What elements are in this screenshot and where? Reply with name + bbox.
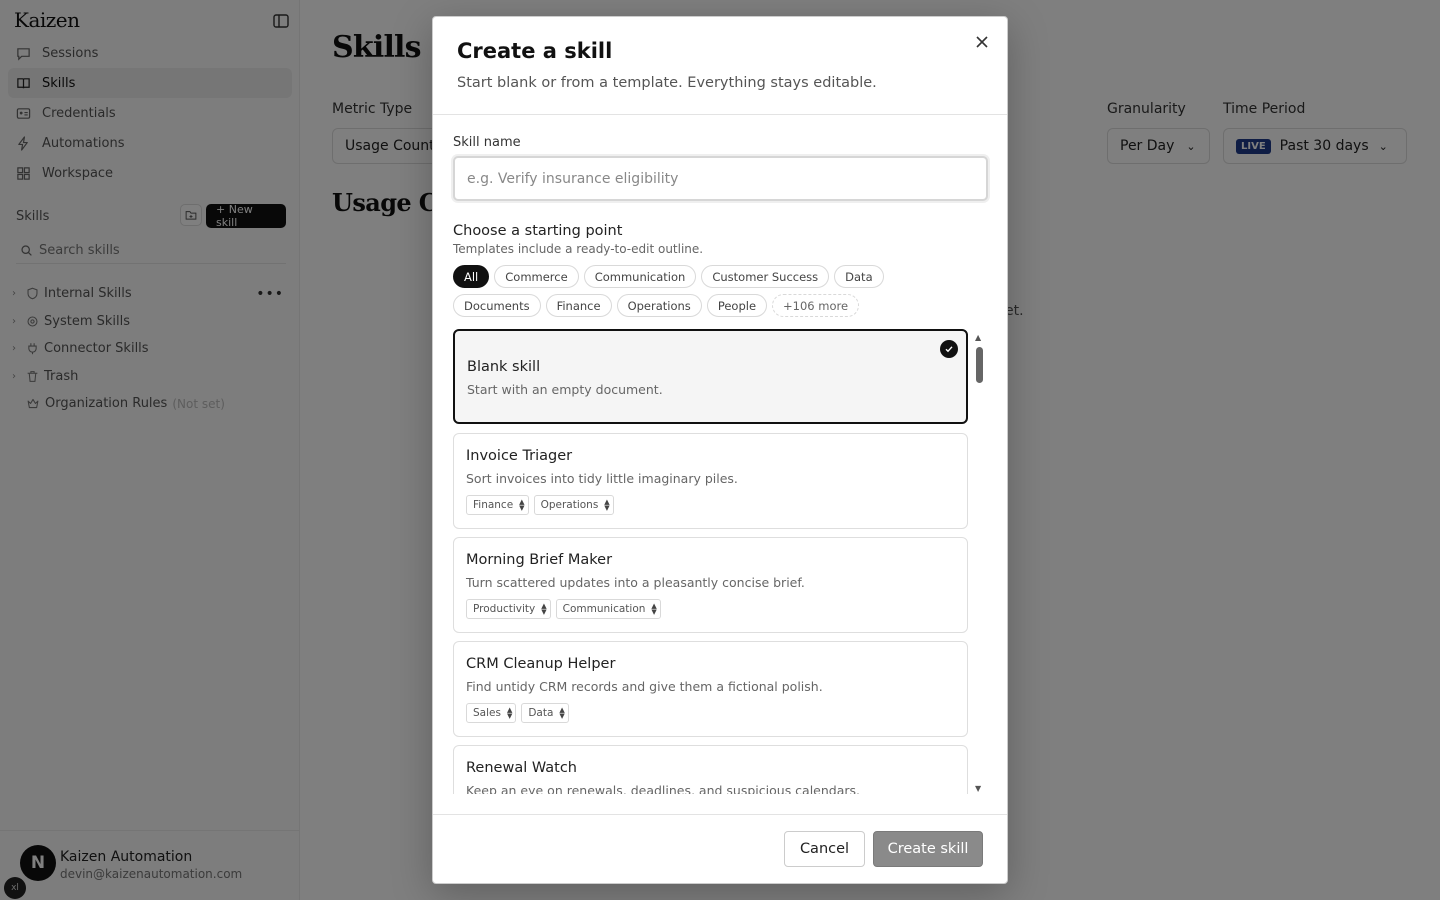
chip-data[interactable]: Data [834,265,884,288]
divider [433,814,1007,815]
starting-point-title: Choose a starting point [453,223,623,239]
template-desc: Keep an eye on renewals, deadlines, and … [466,783,861,794]
chip-communication[interactable]: Communication [583,265,697,288]
chip-people[interactable]: People [706,294,768,317]
tag-productivity[interactable]: Productivity ▲ ▼ [466,599,551,619]
stepper-icon: ▲ ▼ [651,602,657,616]
template-tags: Sales ▲ ▼ Data ▲ ▼ [466,703,569,723]
chip-commerce[interactable]: Commerce [494,265,579,288]
template-title: Blank skill [467,359,541,375]
template-desc: Find untidy CRM records and give them a … [466,679,823,694]
chip-documents[interactable]: Documents [453,294,541,317]
tag-communication[interactable]: Communication ▲ ▼ [555,599,661,619]
template-title: Invoice Triager [466,448,573,464]
skill-name-label: Skill name [453,135,521,150]
chip-customer-success[interactable]: Customer Success [701,265,830,288]
scroll-thumb[interactable] [976,347,983,383]
category-filter: All Commerce Communication Customer Succ… [453,265,973,317]
dialog-subtitle: Start blank or from a template. Everythi… [457,75,877,91]
tag-data[interactable]: Data ▲ ▼ [521,703,569,723]
template-title: CRM Cleanup Helper [466,656,616,672]
divider [433,114,1007,115]
chip-all[interactable]: All [453,265,490,288]
starting-point-subtitle: Templates include a ready-to-edit outlin… [453,242,704,256]
template-card-invoice-triager[interactable]: Invoice Triager Sort invoices into tidy … [453,433,968,529]
template-card-morning-brief-maker[interactable]: Morning Brief Maker Turn scattered updat… [453,537,968,633]
create-skill-button[interactable]: Create skill [873,831,983,867]
template-desc: Sort invoices into tidy little imaginary… [466,471,738,486]
template-desc: Start with an empty document. [467,382,663,397]
stepper-icon: ▲ ▼ [541,602,547,616]
tag-finance[interactable]: Finance ▲ ▼ [466,495,529,515]
template-list-scrollbar[interactable]: ▲ ▼ [975,333,985,793]
cancel-button[interactable]: Cancel [784,831,865,867]
chip-operations[interactable]: Operations [616,294,702,317]
template-card-renewal-watch[interactable]: Renewal Watch Keep an eye on renewals, d… [453,745,968,794]
tag-sales[interactable]: Sales ▲ ▼ [466,703,517,723]
scroll-down-icon[interactable]: ▼ [975,784,981,793]
close-icon[interactable] [971,31,993,53]
template-tags: Productivity ▲ ▼ Communication ▲ ▼ [466,599,661,619]
stepper-icon: ▲ ▼ [519,498,525,512]
template-tags: Finance ▲ ▼ Operations ▲ ▼ [466,495,614,515]
stepper-icon: ▲ ▼ [604,498,610,512]
chip-more[interactable]: +106 more [772,294,860,317]
scroll-up-icon[interactable]: ▲ [975,333,981,342]
template-title: Renewal Watch [466,760,577,776]
chip-finance[interactable]: Finance [545,294,612,317]
template-list: Blank skill Start with an empty document… [453,328,970,794]
template-card-crm-cleanup-helper[interactable]: CRM Cleanup Helper Find untidy CRM recor… [453,641,968,737]
template-title: Morning Brief Maker [466,552,613,568]
stepper-icon: ▲ ▼ [506,706,513,720]
tag-operations[interactable]: Operations ▲ ▼ [533,495,614,515]
stepper-icon: ▲ ▼ [559,706,565,720]
create-skill-dialog: Create a skill Start blank or from a tem… [432,16,1008,884]
skill-name-input[interactable] [453,156,988,201]
template-desc: Turn scattered updates into a pleasantly… [466,575,805,590]
check-icon [940,340,958,358]
dialog-title: Create a skill [457,39,613,63]
template-card-blank[interactable]: Blank skill Start with an empty document… [453,329,968,424]
